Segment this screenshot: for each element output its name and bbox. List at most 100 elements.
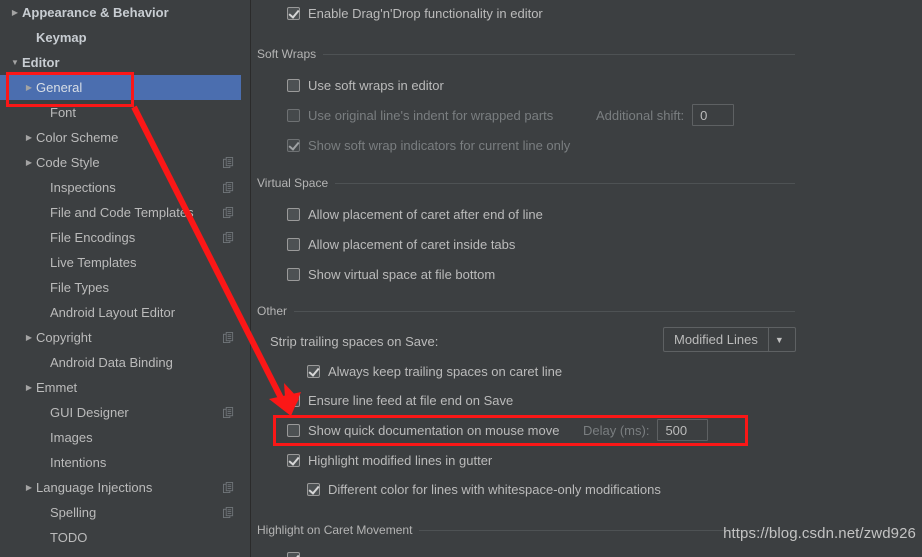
sidebar-item-label: File Encodings [50,230,136,245]
sidebar-item-images[interactable]: ▶Images [0,425,250,450]
sidebar-item-live-templates[interactable]: ▶Live Templates [0,250,250,275]
tree-indent-spacer: ▶ [36,459,50,467]
checkbox-soft-wrap-indicators[interactable] [287,139,300,152]
sidebar-item-label: Copyright [36,330,92,345]
copy-settings-icon[interactable] [223,482,234,493]
sidebar-item-label: Inspections [50,180,116,195]
sidebar-item-file-and-code-templates[interactable]: ▶File and Code Templates [0,200,250,225]
chevron-down-icon[interactable]: ▼ [767,328,790,351]
sidebar-item-code-style[interactable]: ▶ Code Style [0,150,250,175]
chevron-down-icon[interactable]: ▼ [8,58,22,67]
tree-indent-spacer: ▶ [36,259,50,267]
copy-settings-icon[interactable] [223,507,234,518]
sidebar-item-intentions[interactable]: ▶Intentions [0,450,250,475]
option-caret-inside-tabs[interactable]: Allow placement of caret inside tabs [287,233,515,256]
sidebar-item-file-encodings[interactable]: ▶File Encodings [0,225,250,250]
sidebar-item-editor[interactable]: ▼ Editor [0,50,250,75]
sidebar-scrollbar-track[interactable] [241,0,250,557]
chevron-right-icon[interactable]: ▶ [22,158,36,167]
chevron-right-icon[interactable]: ▶ [22,483,36,492]
chevron-right-icon[interactable]: ▶ [22,83,36,92]
option-enable-dragndrop[interactable]: Enable Drag'n'Drop functionality in edit… [287,0,543,26]
sidebar-item-android-layout-editor[interactable]: ▶Android Layout Editor [0,300,250,325]
sidebar-item-label: Images [50,430,93,445]
strip-trailing-spaces-dropdown[interactable]: Modified Lines ▼ [663,327,796,352]
tree-indent-spacer: ▶ [36,534,50,542]
sidebar-item-label: Keymap [36,30,87,45]
sidebar-item-android-data-binding[interactable]: ▶Android Data Binding [0,350,250,375]
option-keep-trailing-spaces-caret-line[interactable]: Always keep trailing spaces on caret lin… [307,360,562,383]
tree-indent-spacer: ▶ [36,234,50,242]
chevron-right-icon[interactable]: ▶ [22,383,36,392]
checkbox-original-line-indent[interactable] [287,109,300,122]
tree-indent-spacer: ▶ [36,184,50,192]
sidebar-item-font[interactable]: ▶Font [0,100,250,125]
option-label: Enable Drag'n'Drop functionality in edit… [308,5,543,21]
sidebar-item-todo[interactable]: ▶TODO [0,525,250,550]
checkbox-different-color-whitespace[interactable] [307,483,320,496]
option-original-line-indent[interactable]: Use original line's indent for wrapped p… [287,104,553,127]
sidebar-item-color-scheme[interactable]: ▶ Color Scheme [0,125,250,150]
option-caret-after-end-of-line[interactable]: Allow placement of caret after end of li… [287,203,543,226]
section-header-highlight-caret-movement: Highlight on Caret Movement [257,523,795,537]
copy-settings-icon[interactable] [223,207,234,218]
option-show-quick-documentation[interactable]: Show quick documentation on mouse move [287,419,559,442]
option-highlight-matched-brace-partial[interactable] [287,548,308,557]
copy-settings-icon[interactable] [223,157,234,168]
delay-input[interactable]: 500 [657,419,709,441]
checkbox-highlight-modified-lines[interactable] [287,454,300,467]
section-header-other: Other [257,304,795,318]
section-title: Other [257,304,288,318]
tree-indent-spacer: ▶ [22,34,36,42]
copy-settings-icon[interactable] [223,232,234,243]
additional-shift-label: Additional shift: [596,107,685,123]
sidebar-item-general[interactable]: ▶ General [0,75,250,100]
checkbox-caret-inside-tabs[interactable] [287,238,300,251]
checkbox-ensure-line-feed[interactable] [287,394,300,407]
checkbox-show-quick-documentation[interactable] [287,424,300,437]
copy-settings-icon[interactable] [223,182,234,193]
copy-settings-icon[interactable] [223,407,234,418]
settings-sidebar-tree[interactable]: ▶Appearance & Behavior▶Keymap▼Editor▶Gen… [0,0,250,557]
additional-shift-input[interactable]: 0 [692,104,735,126]
section-title: Highlight on Caret Movement [257,523,413,537]
strip-trailing-spaces-label: Strip trailing spaces on Save: [270,333,439,349]
option-label: Show quick documentation on mouse move [308,423,560,438]
checkbox-virtual-space-file-bottom[interactable] [287,268,300,281]
sidebar-item-label: GUI Designer [50,405,129,420]
checkbox-highlight-matched-brace[interactable] [287,551,300,557]
option-use-soft-wraps[interactable]: Use soft wraps in editor [287,74,444,97]
delay-group[interactable]: Delay (ms): 500 [583,418,709,442]
sidebar-item-keymap[interactable]: ▶Keymap [0,25,250,50]
chevron-right-icon[interactable]: ▶ [22,133,36,142]
checkbox-keep-trailing-spaces-caret-line[interactable] [307,365,320,378]
sidebar-item-emmet[interactable]: ▶ Emmet [0,375,250,400]
section-rule [294,310,795,312]
sidebar-item-file-types[interactable]: ▶File Types [0,275,250,300]
sidebar-item-language-injections[interactable]: ▶ Language Injections [0,475,250,500]
option-ensure-line-feed[interactable]: Ensure line feed at file end on Save [287,389,513,412]
sidebar-item-appearance-behavior[interactable]: ▶ Appearance & Behavior [0,0,250,25]
option-soft-wrap-indicators[interactable]: Show soft wrap indicators for current li… [287,134,570,157]
option-highlight-modified-lines[interactable]: Highlight modified lines in gutter [287,449,492,472]
dropdown-value: Modified Lines [674,332,758,347]
checkbox-use-soft-wraps[interactable] [287,79,300,92]
checkbox-caret-after-end-of-line[interactable] [287,208,300,221]
copy-settings-icon[interactable] [223,332,234,343]
sidebar-item-copyright[interactable]: ▶ Copyright [0,325,250,350]
delay-label: Delay (ms): [583,422,650,438]
section-rule [323,53,795,55]
additional-shift-group[interactable]: Additional shift: 0 [596,103,735,127]
sidebar-item-label: Android Layout Editor [50,305,176,320]
sidebar-item-spelling[interactable]: ▶Spelling [0,500,250,525]
chevron-right-icon[interactable]: ▶ [8,8,22,17]
sidebar-item-inspections[interactable]: ▶Inspections [0,175,250,200]
checkbox-enable-dragndrop[interactable] [287,6,300,20]
sidebar-item-gui-designer[interactable]: ▶GUI Designer [0,400,250,425]
sidebar-item-label: Language Injections [36,480,153,495]
chevron-right-icon[interactable]: ▶ [22,333,36,342]
option-different-color-whitespace[interactable]: Different color for lines with whitespac… [307,478,661,501]
option-virtual-space-file-bottom[interactable]: Show virtual space at file bottom [287,263,495,286]
section-title: Soft Wraps [257,47,317,61]
sidebar-item-label: File and Code Templates [50,205,194,220]
